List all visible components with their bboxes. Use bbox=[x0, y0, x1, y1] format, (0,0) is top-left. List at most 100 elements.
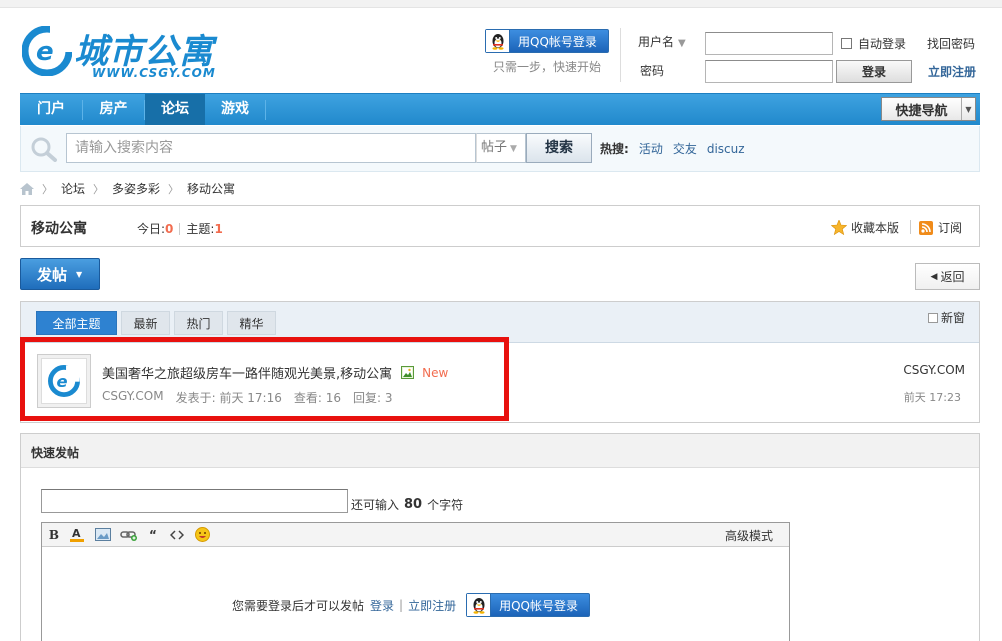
quick-post-title: 快速发帖 bbox=[31, 446, 80, 460]
tab-latest[interactable]: 最新 bbox=[121, 311, 170, 335]
tab-digest[interactable]: 精华 bbox=[227, 311, 276, 335]
forum-header: 移动公寓 今日: 0 主题: 1 收藏本版 订阅 bbox=[20, 205, 980, 247]
stat-divider bbox=[179, 222, 181, 235]
topics-count: 1 bbox=[214, 221, 223, 236]
login-required-text: 您需要登录后才可以发帖 bbox=[232, 598, 365, 613]
image-icon[interactable] bbox=[94, 527, 111, 542]
back-label: 返回 bbox=[940, 270, 965, 284]
avatar[interactable]: e bbox=[37, 354, 91, 408]
auto-login-option[interactable]: 自动登录 bbox=[841, 35, 906, 52]
favorite-forum-link[interactable]: 收藏本版 bbox=[831, 219, 899, 236]
tab-hot[interactable]: 热门 bbox=[174, 311, 223, 335]
link-icon[interactable] bbox=[120, 527, 138, 542]
thread-replies: 回复: 3 bbox=[353, 391, 393, 405]
post-editor[interactable]: B A “ 高级模式 您需要登录后才可以发帖 登录 | 立即注册 用QQ帐号登录 bbox=[41, 522, 790, 641]
register-link[interactable]: 立即注册 bbox=[928, 63, 976, 80]
hot-item-discuz[interactable]: discuz bbox=[707, 142, 745, 156]
subscribe-link[interactable]: 订阅 bbox=[919, 219, 962, 236]
today-count: 0 bbox=[165, 221, 174, 236]
login-link[interactable]: 登录 bbox=[370, 597, 394, 614]
remaining-count: 80 bbox=[404, 497, 423, 512]
chevron-down-icon: ▼ bbox=[76, 269, 83, 279]
back-button[interactable]: ◀ 返回 bbox=[915, 263, 980, 290]
quote-icon[interactable]: “ bbox=[147, 527, 159, 542]
chevron-down-icon: ▼ bbox=[510, 144, 517, 154]
nav-item-realestate[interactable]: 房产 bbox=[83, 94, 144, 125]
svg-text:A: A bbox=[72, 527, 81, 540]
thread-title-link[interactable]: 美国奢华之旅超级房车一路伴随观光美景,移动公寓 bbox=[102, 363, 392, 382]
search-type-value: 帖子 bbox=[481, 140, 508, 155]
favorite-label: 收藏本版 bbox=[851, 221, 900, 235]
editor-toolbar: B A “ 高级模式 bbox=[42, 523, 789, 547]
table-row: e 美国奢华之旅超级房车一路伴随观光美景,移动公寓 New CSGY.COM 发… bbox=[21, 343, 979, 422]
chevron-left-icon: ◀ bbox=[930, 271, 938, 282]
username-label-dropdown[interactable]: 用户名 ▼ bbox=[638, 33, 686, 50]
nav-item-portal[interactable]: 门户 bbox=[20, 94, 82, 125]
thread-author-link[interactable]: CSGY.COM bbox=[102, 389, 164, 406]
qq-login-button[interactable]: 用QQ帐号登录 bbox=[485, 29, 609, 53]
nav-item-forum[interactable]: 论坛 bbox=[145, 94, 205, 125]
breadcrumb-separator: 〉 bbox=[93, 182, 105, 196]
thread-list: 全部主题 最新 热门 精华 新窗 e 美国奢华之旅超级房车一路伴随观光美景,移动… bbox=[20, 301, 980, 423]
breadcrumb: 〉 论坛 〉 多姿多彩 〉 移动公寓 bbox=[20, 180, 235, 197]
search-type-select[interactable]: 帖子 ▼ bbox=[476, 133, 526, 163]
username-label: 用户名 bbox=[638, 35, 675, 49]
hot-item-friends[interactable]: 交友 bbox=[673, 140, 697, 157]
quick-nav-button[interactable]: 快捷导航 ▼ bbox=[881, 97, 976, 121]
find-password-link[interactable]: 找回密码 bbox=[927, 35, 975, 52]
avatar-image: e bbox=[41, 358, 87, 404]
qq-login-label: 用QQ帐号登录 bbox=[499, 598, 578, 613]
new-post-button[interactable]: 发帖 ▼ bbox=[20, 258, 100, 290]
rss-icon bbox=[919, 220, 933, 235]
search-input[interactable]: 请输入搜索内容 bbox=[66, 133, 476, 163]
breadcrumb-category[interactable]: 多姿多彩 bbox=[112, 180, 160, 197]
svg-text:e: e bbox=[57, 372, 68, 391]
remaining-suffix: 个字符 bbox=[427, 498, 464, 512]
tab-all[interactable]: 全部主题 bbox=[36, 311, 117, 335]
hot-item-activity[interactable]: 活动 bbox=[639, 140, 663, 157]
hot-searches: 热搜: 活动 交友 discuz bbox=[600, 140, 745, 157]
site-logo[interactable]: e 城市公寓 WWW.CSGY.COM bbox=[22, 22, 237, 82]
login-button[interactable]: 登录 bbox=[836, 60, 912, 83]
qq-login-button-bottom[interactable]: 用QQ帐号登录 bbox=[466, 593, 591, 617]
link-separator: | bbox=[399, 598, 404, 612]
code-icon[interactable] bbox=[169, 527, 185, 542]
password-input[interactable] bbox=[705, 60, 833, 83]
breadcrumb-forum[interactable]: 论坛 bbox=[61, 180, 85, 197]
forum-title: 移动公寓 bbox=[31, 221, 87, 237]
subscribe-label: 订阅 bbox=[938, 221, 963, 235]
emoji-icon[interactable] bbox=[194, 527, 210, 542]
password-label: 密码 bbox=[640, 64, 665, 78]
topics-label: 主题: bbox=[186, 222, 215, 236]
thread-tabs: 全部主题 最新 热门 精华 新窗 bbox=[21, 302, 979, 343]
qq-penguin-icon bbox=[486, 30, 510, 52]
home-icon[interactable] bbox=[20, 182, 34, 195]
advanced-mode-link[interactable]: 高级模式 bbox=[725, 527, 773, 544]
nav-separator bbox=[265, 100, 266, 120]
subject-input[interactable] bbox=[41, 489, 348, 513]
new-badge: New bbox=[422, 365, 449, 380]
nav-item-games[interactable]: 游戏 bbox=[205, 94, 265, 125]
new-window-option[interactable]: 新窗 bbox=[927, 309, 965, 326]
thread-title-row: 美国奢华之旅超级房车一路伴随观光美景,移动公寓 New bbox=[102, 363, 449, 383]
breadcrumb-current[interactable]: 移动公寓 bbox=[187, 180, 235, 197]
qq-hint: 只需一步，快速开始 bbox=[493, 60, 602, 74]
logo-mark-icon: e bbox=[48, 365, 80, 397]
svg-text:e: e bbox=[36, 37, 54, 67]
logo-url: WWW.CSGY.COM bbox=[92, 66, 216, 80]
header-divider bbox=[620, 28, 621, 82]
search-button[interactable]: 搜索 bbox=[526, 133, 592, 163]
new-window-checkbox[interactable] bbox=[927, 312, 938, 323]
register-link-bottom[interactable]: 立即注册 bbox=[408, 597, 456, 614]
font-color-icon[interactable]: A bbox=[69, 527, 85, 542]
username-input[interactable] bbox=[705, 32, 833, 55]
bold-icon[interactable]: B bbox=[48, 527, 60, 542]
last-poster-link[interactable]: CSGY.COM bbox=[903, 363, 965, 377]
quick-nav-label: 快捷导航 bbox=[895, 103, 948, 119]
forum-stats: 今日: 0 主题: 1 bbox=[137, 220, 229, 237]
chevron-down-icon: ▼ bbox=[961, 98, 975, 120]
new-window-label: 新窗 bbox=[940, 311, 965, 325]
main-nav: 门户 房产 论坛 游戏 快捷导航 ▼ bbox=[20, 93, 980, 125]
star-icon bbox=[831, 220, 847, 235]
auto-login-checkbox[interactable] bbox=[841, 38, 852, 49]
